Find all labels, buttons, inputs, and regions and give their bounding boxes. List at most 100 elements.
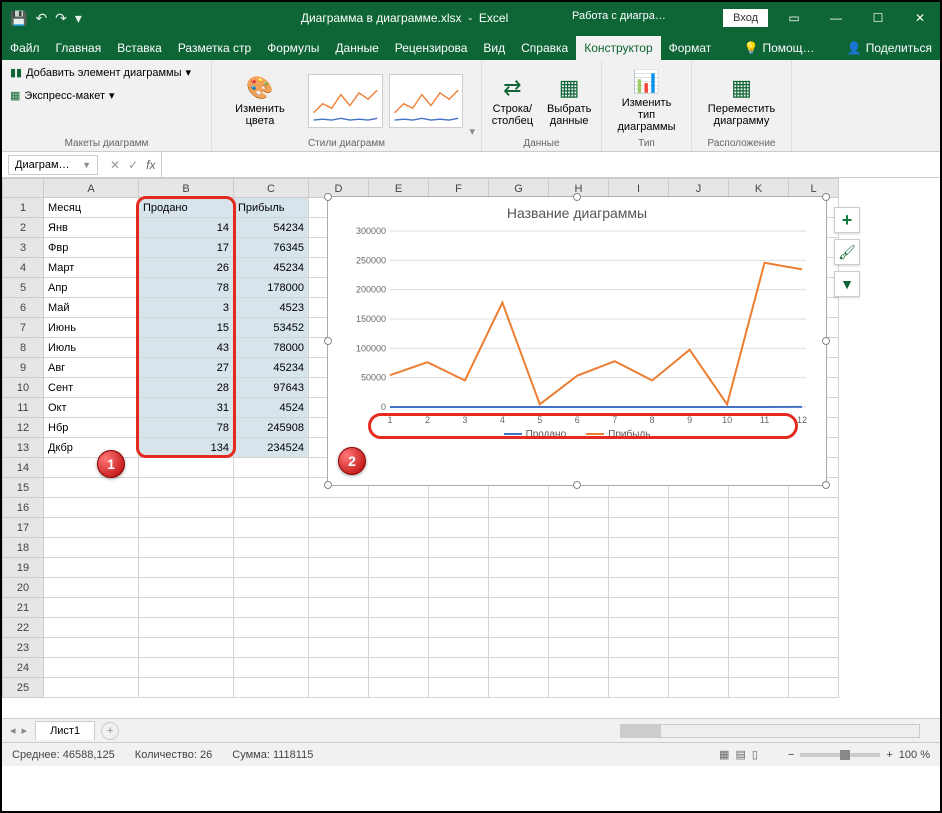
cell-A23[interactable] xyxy=(44,638,139,658)
chart-plot-area[interactable]: 0500001000001500002000002500003000001234… xyxy=(348,225,808,425)
cell-L16[interactable] xyxy=(789,498,839,518)
cell-I16[interactable] xyxy=(609,498,669,518)
cell-C13[interactable]: 234524 xyxy=(234,438,309,458)
confirm-icon[interactable]: ✓ xyxy=(128,158,138,172)
cell-B22[interactable] xyxy=(139,618,234,638)
cell-C1[interactable]: Прибыль xyxy=(234,198,309,218)
row-header-3[interactable]: 3 xyxy=(2,238,44,258)
cell-G25[interactable] xyxy=(489,678,549,698)
tab-formulas[interactable]: Формулы xyxy=(259,36,327,60)
cell-D24[interactable] xyxy=(309,658,369,678)
cell-F21[interactable] xyxy=(429,598,489,618)
view-page-break-icon[interactable]: ▯ xyxy=(752,748,758,761)
cell-B2[interactable]: 14 xyxy=(139,218,234,238)
cell-G19[interactable] xyxy=(489,558,549,578)
cell-G20[interactable] xyxy=(489,578,549,598)
chart-filters-button[interactable]: ▼ xyxy=(834,271,860,297)
tab-file[interactable]: Файл xyxy=(2,36,48,60)
cell-D19[interactable] xyxy=(309,558,369,578)
column-header-J[interactable]: J xyxy=(669,178,729,198)
cell-A20[interactable] xyxy=(44,578,139,598)
cell-I24[interactable] xyxy=(609,658,669,678)
column-header-L[interactable]: L xyxy=(789,178,839,198)
cell-J25[interactable] xyxy=(669,678,729,698)
row-header-15[interactable]: 15 xyxy=(2,478,44,498)
cell-I25[interactable] xyxy=(609,678,669,698)
cell-B5[interactable]: 78 xyxy=(139,278,234,298)
cell-C3[interactable]: 76345 xyxy=(234,238,309,258)
chevron-down-icon[interactable]: ▼ xyxy=(82,160,91,170)
cell-B13[interactable]: 134 xyxy=(139,438,234,458)
cell-K17[interactable] xyxy=(729,518,789,538)
cell-C22[interactable] xyxy=(234,618,309,638)
chart-styles-button[interactable]: 🖌 xyxy=(834,239,860,265)
column-header-A[interactable]: A xyxy=(44,178,139,198)
cell-G16[interactable] xyxy=(489,498,549,518)
cell-I18[interactable] xyxy=(609,538,669,558)
cell-C17[interactable] xyxy=(234,518,309,538)
cell-B1[interactable]: Продано xyxy=(139,198,234,218)
column-header-I[interactable]: I xyxy=(609,178,669,198)
cell-J21[interactable] xyxy=(669,598,729,618)
row-header-18[interactable]: 18 xyxy=(2,538,44,558)
cell-A25[interactable] xyxy=(44,678,139,698)
cell-I21[interactable] xyxy=(609,598,669,618)
cell-C19[interactable] xyxy=(234,558,309,578)
cell-B15[interactable] xyxy=(139,478,234,498)
cell-K16[interactable] xyxy=(729,498,789,518)
tab-view[interactable]: Вид xyxy=(475,36,513,60)
cell-C21[interactable] xyxy=(234,598,309,618)
cell-E24[interactable] xyxy=(369,658,429,678)
cell-A6[interactable]: Май xyxy=(44,298,139,318)
column-header-K[interactable]: K xyxy=(729,178,789,198)
sheet-nav-prev-icon[interactable]: ◂ xyxy=(10,724,16,737)
cell-B17[interactable] xyxy=(139,518,234,538)
cell-A21[interactable] xyxy=(44,598,139,618)
cell-F16[interactable] xyxy=(429,498,489,518)
cell-I23[interactable] xyxy=(609,638,669,658)
cell-K21[interactable] xyxy=(729,598,789,618)
cell-L24[interactable] xyxy=(789,658,839,678)
cell-A9[interactable]: Авг xyxy=(44,358,139,378)
cell-B10[interactable]: 28 xyxy=(139,378,234,398)
share-button[interactable]: 👤Поделиться xyxy=(839,36,940,60)
cell-G23[interactable] xyxy=(489,638,549,658)
cell-B16[interactable] xyxy=(139,498,234,518)
row-header-1[interactable]: 1 xyxy=(2,198,44,218)
column-header-E[interactable]: E xyxy=(369,178,429,198)
cell-A17[interactable] xyxy=(44,518,139,538)
zoom-control[interactable]: − + 100 % xyxy=(788,749,930,761)
cell-K19[interactable] xyxy=(729,558,789,578)
cell-E16[interactable] xyxy=(369,498,429,518)
cell-L20[interactable] xyxy=(789,578,839,598)
row-header-17[interactable]: 17 xyxy=(2,518,44,538)
cell-H17[interactable] xyxy=(549,518,609,538)
cell-B11[interactable]: 31 xyxy=(139,398,234,418)
row-header-14[interactable]: 14 xyxy=(2,458,44,478)
cell-D18[interactable] xyxy=(309,538,369,558)
cell-F17[interactable] xyxy=(429,518,489,538)
add-sheet-button[interactable]: + xyxy=(101,722,119,740)
cell-A5[interactable]: Апр xyxy=(44,278,139,298)
cell-A8[interactable]: Июль xyxy=(44,338,139,358)
cell-D16[interactable] xyxy=(309,498,369,518)
cell-H21[interactable] xyxy=(549,598,609,618)
cell-F19[interactable] xyxy=(429,558,489,578)
cell-C25[interactable] xyxy=(234,678,309,698)
cell-A19[interactable] xyxy=(44,558,139,578)
cell-L17[interactable] xyxy=(789,518,839,538)
cell-I19[interactable] xyxy=(609,558,669,578)
tab-page-layout[interactable]: Разметка стр xyxy=(170,36,259,60)
cell-J24[interactable] xyxy=(669,658,729,678)
tab-insert[interactable]: Вставка xyxy=(109,36,170,60)
cell-B25[interactable] xyxy=(139,678,234,698)
chart-elements-button[interactable]: + xyxy=(834,207,860,233)
row-header-21[interactable]: 21 xyxy=(2,598,44,618)
chart-style-2[interactable] xyxy=(389,74,464,128)
cell-A4[interactable]: Март xyxy=(44,258,139,278)
cell-C4[interactable]: 45234 xyxy=(234,258,309,278)
cell-E21[interactable] xyxy=(369,598,429,618)
cell-H18[interactable] xyxy=(549,538,609,558)
row-header-6[interactable]: 6 xyxy=(2,298,44,318)
row-header-2[interactable]: 2 xyxy=(2,218,44,238)
